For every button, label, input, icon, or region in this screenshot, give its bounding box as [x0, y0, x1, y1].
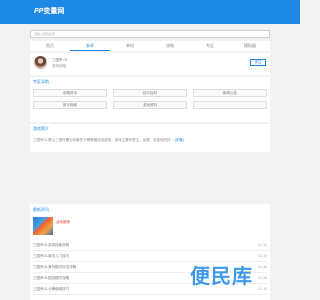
news-row-title: 三国杀OL身份模式玩法详解: [33, 264, 77, 269]
zone-title: 专区导航: [33, 79, 49, 84]
news-row[interactable]: 三国杀OL武将技能说明 01-16: [33, 240, 267, 251]
intro-more-link[interactable]: [详情]: [175, 138, 184, 142]
nav-tab-emulator[interactable]: 模拟器: [230, 41, 270, 51]
zone-button-announcements[interactable]: 新闻公告: [193, 89, 267, 97]
nav-tab-home[interactable]: 首页: [30, 41, 70, 51]
main-nav: 首页 安卓 单机 攻略 专区 模拟器: [30, 41, 270, 51]
intro-text: 三国杀OL是以三国时期为背景的卡牌策略对战游戏，游戏主要有君主、反贼、忠臣和内奸…: [33, 138, 267, 143]
news-row-date: 01-16: [258, 254, 267, 258]
game-subtitle: 游戏攻略: [52, 64, 66, 68]
watermark-logo: 便民库: [190, 264, 253, 288]
news-row-date: 01-16: [258, 287, 267, 291]
news-row-date: 01-16: [258, 276, 267, 280]
zone-button-tips[interactable]: 技巧百科: [113, 89, 187, 97]
nav-tab-single[interactable]: 单机: [110, 41, 150, 51]
zone-nav-card: 专区导航 攻略资讯 技巧百科 新闻公告 新手指南 游戏资料: [30, 77, 270, 122]
top-header: PP变量网: [0, 0, 300, 24]
game-name: 三国杀 OL: [52, 58, 69, 62]
news-row-date: 01-16: [258, 243, 267, 247]
news-row-title: 三国杀OL武将技能说明: [33, 242, 70, 247]
zone-button-news[interactable]: 攻略资讯: [33, 89, 107, 97]
intro-card: 游戏简介 三国杀OL是以三国时期为背景的卡牌策略对战游戏，游戏主要有君主、反贼、…: [30, 124, 270, 152]
feature-image[interactable]: [33, 217, 53, 235]
logo-text: 变量网: [43, 8, 65, 15]
intro-body: 三国杀OL是以三国时期为背景的卡牌策略对战游戏，游戏主要有君主、反贼、忠臣和内奸…: [33, 138, 174, 142]
news-row-title: 三国杀OL新手入门技巧: [33, 253, 70, 258]
zone-button-grid: 攻略资讯 技巧百科 新闻公告 新手指南 游戏资料: [33, 89, 267, 109]
nav-tab-android[interactable]: 安卓: [70, 41, 110, 51]
feature-label[interactable]: 活动推荐: [56, 220, 70, 225]
intro-title: 游戏简介: [33, 126, 49, 131]
zone-button-data[interactable]: 游戏资料: [113, 101, 187, 109]
nav-tab-zones[interactable]: 专区: [190, 41, 230, 51]
news-row-title: 三国杀OL国战模式攻略: [33, 275, 70, 280]
site-logo[interactable]: PP变量网: [34, 6, 64, 16]
news-row-date: 01-16: [258, 265, 267, 269]
follow-button[interactable]: 关注: [250, 59, 266, 66]
game-profile-card: 三国杀 OL 游戏攻略 关注: [30, 53, 270, 75]
news-title: 最新资讯: [33, 207, 49, 212]
search-input[interactable]: 请输入游戏名称: [30, 30, 270, 38]
nav-tab-guides[interactable]: 攻略: [150, 41, 190, 51]
game-avatar[interactable]: [34, 56, 47, 69]
news-row-title: 三国杀OL卡牌使用技巧: [33, 286, 70, 291]
zone-button-beginner[interactable]: 新手指南: [33, 101, 107, 109]
zone-button-empty[interactable]: [193, 101, 267, 109]
logo-prefix: PP: [34, 8, 44, 15]
